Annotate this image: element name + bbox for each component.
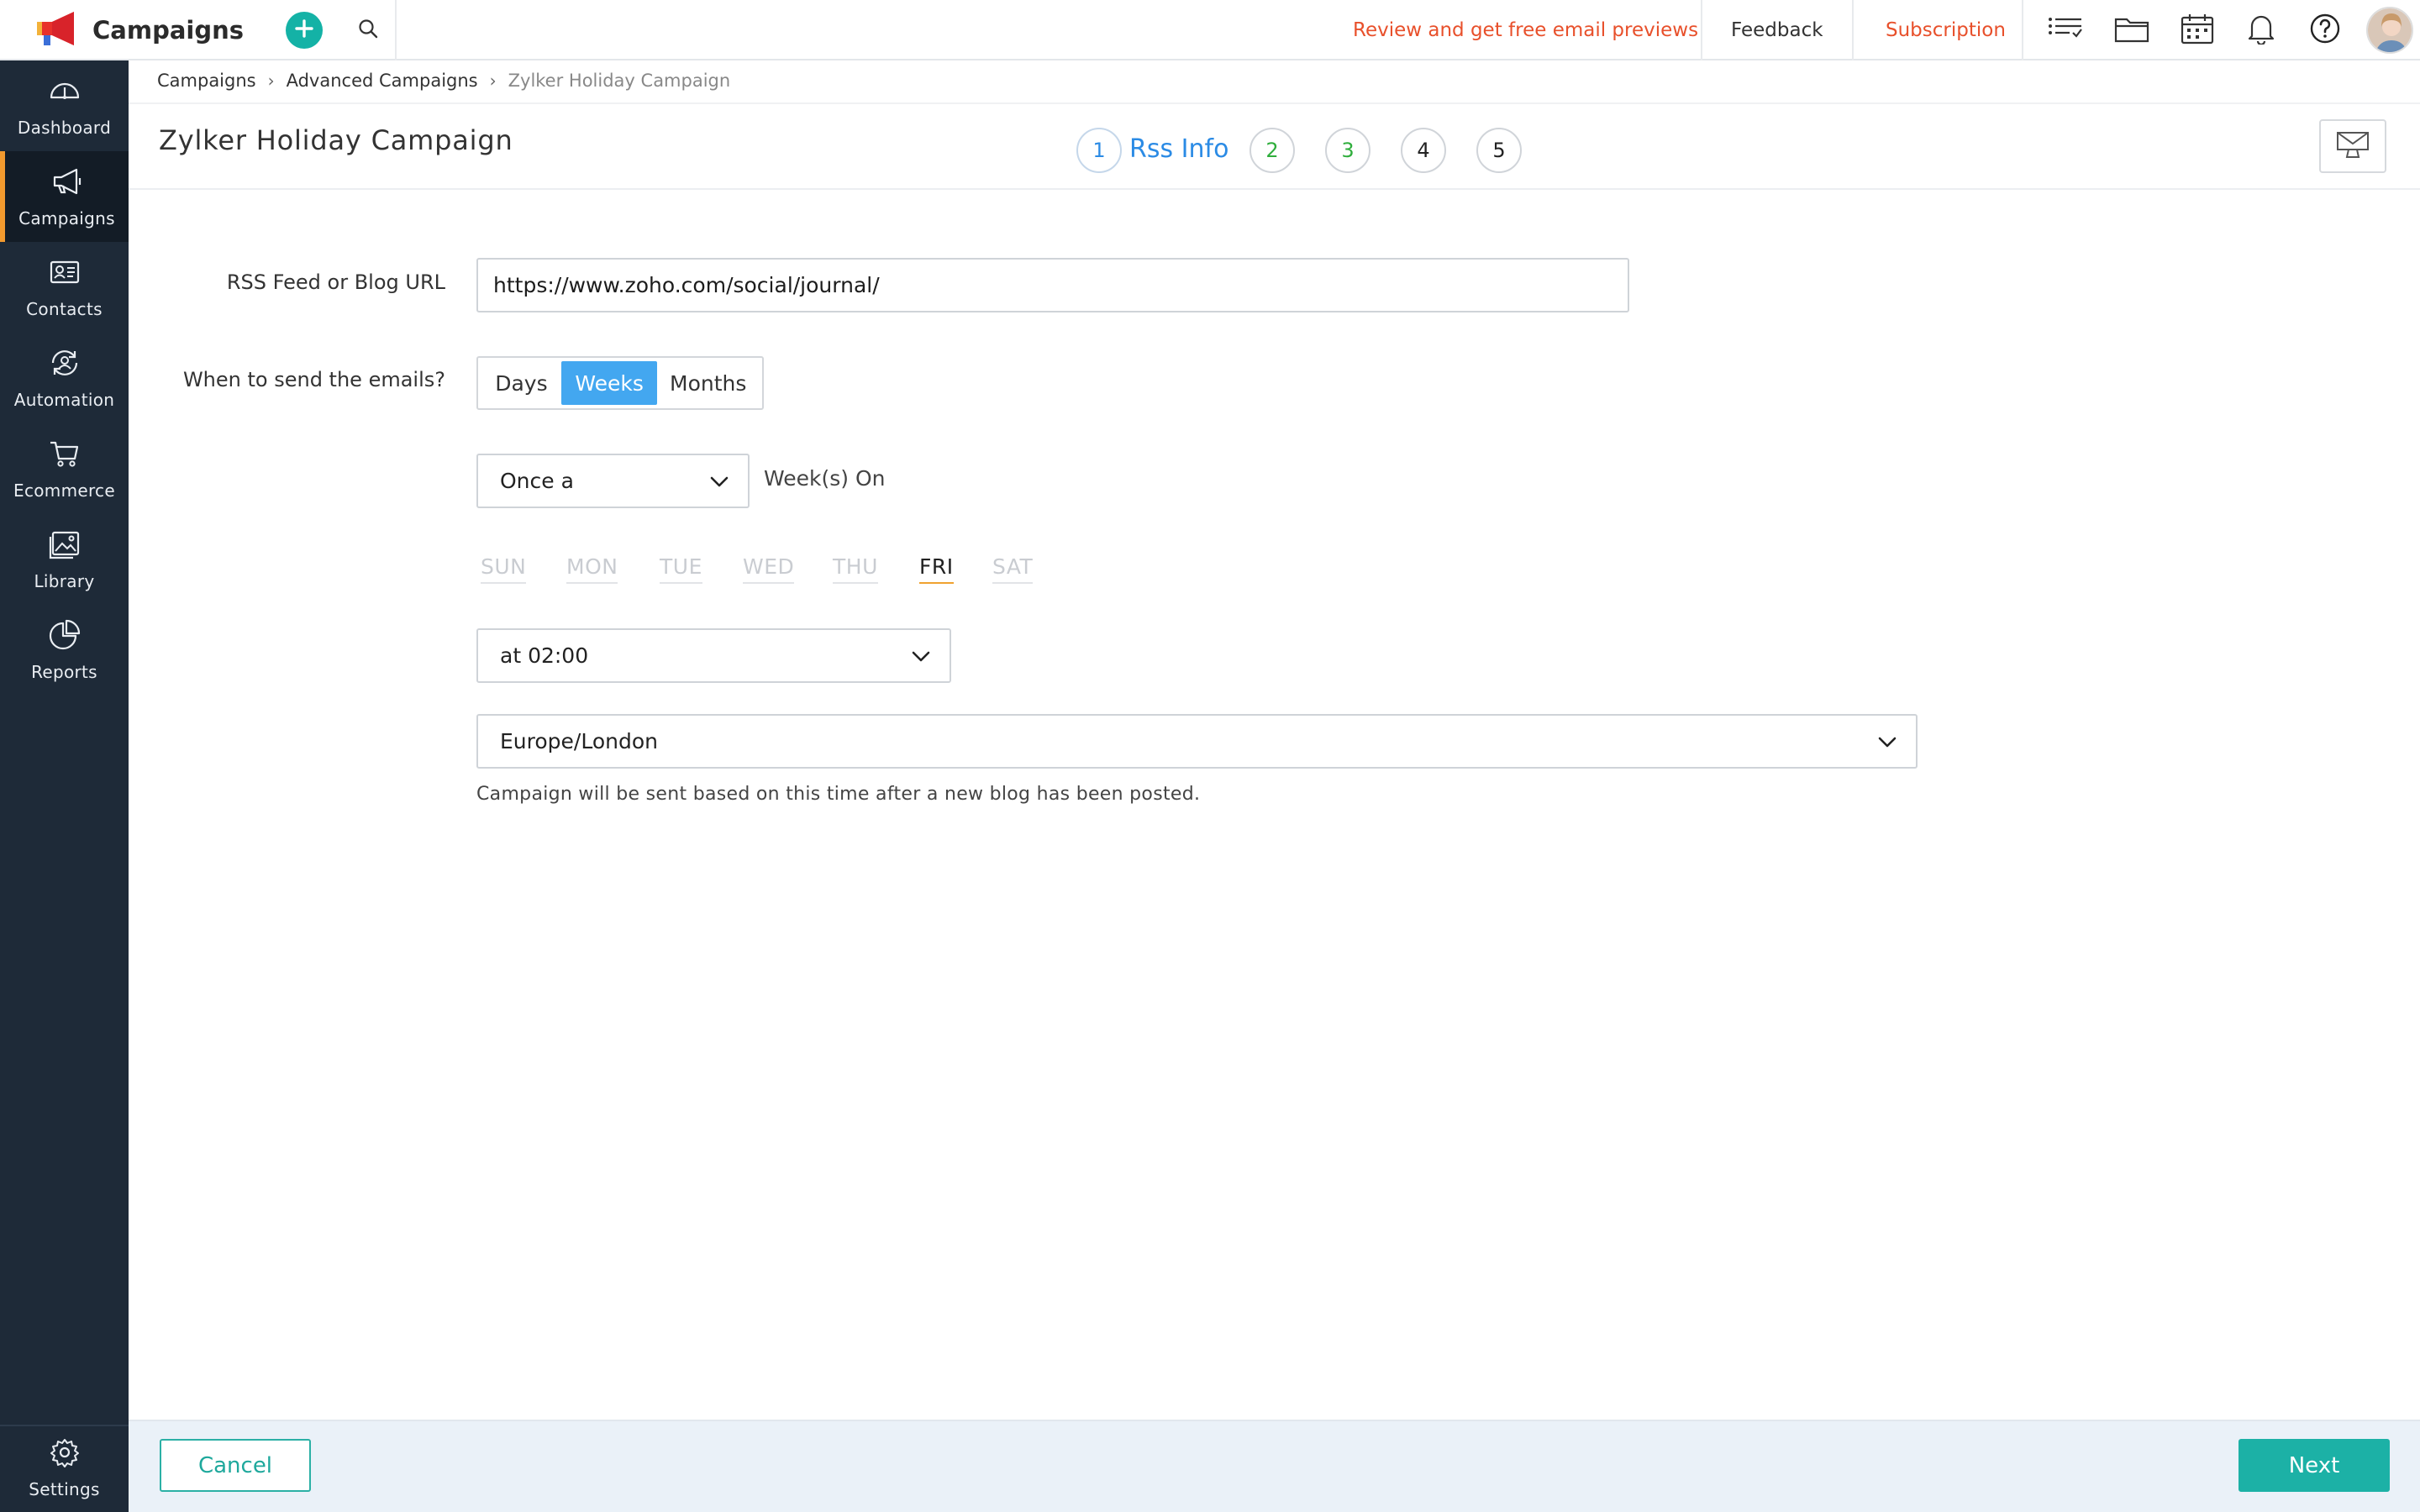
cancel-button[interactable]: Cancel bbox=[160, 1439, 311, 1492]
sidebar-item-label: Dashboard bbox=[17, 118, 112, 138]
gear-icon bbox=[48, 1436, 82, 1473]
sidebar-item-label: Library bbox=[34, 571, 95, 591]
app-name: Campaigns bbox=[92, 16, 245, 45]
sidebar-item-automation[interactable]: Automation bbox=[0, 333, 129, 423]
calendar-icon bbox=[2181, 13, 2214, 48]
day-sat[interactable]: SAT bbox=[992, 554, 1034, 584]
help-button[interactable] bbox=[2306, 12, 2344, 49]
help-icon bbox=[2309, 13, 2341, 48]
folder-button[interactable] bbox=[2112, 12, 2151, 49]
search-icon bbox=[357, 18, 379, 43]
chevron-right-icon: › bbox=[267, 71, 275, 91]
day-fri[interactable]: FRI bbox=[919, 554, 954, 584]
interval-suffix: Week(s) On bbox=[764, 466, 886, 491]
day-wed[interactable]: WED bbox=[743, 554, 795, 584]
frequency-weeks-button[interactable]: Weeks bbox=[560, 361, 658, 405]
breadcrumb-current: Zylker Holiday Campaign bbox=[508, 71, 731, 91]
sidebar-item-ecommerce[interactable]: Ecommerce bbox=[0, 423, 129, 514]
sidebar-item-label: Settings bbox=[29, 1479, 100, 1499]
breadcrumb-advanced-campaigns[interactable]: Advanced Campaigns bbox=[287, 71, 478, 91]
cart-icon bbox=[48, 437, 82, 474]
step-5[interactable]: 5 bbox=[1476, 128, 1522, 173]
sidebar-item-dashboard[interactable]: Dashboard bbox=[0, 60, 129, 151]
day-mon[interactable]: MON bbox=[566, 554, 618, 584]
when-label: When to send the emails? bbox=[182, 368, 445, 391]
next-button[interactable]: Next bbox=[2238, 1439, 2390, 1492]
folder-icon bbox=[2114, 14, 2149, 46]
breadcrumb-campaigns[interactable]: Campaigns bbox=[157, 71, 256, 91]
sidebar-item-label: Campaigns bbox=[18, 208, 115, 228]
schedule-hint: Campaign will be sent based on this time… bbox=[476, 784, 1201, 805]
frequency-toggle: Days Weeks Months bbox=[476, 356, 764, 410]
feedback-link[interactable]: Feedback bbox=[1731, 0, 1823, 60]
timezone-select[interactable]: Europe/London bbox=[476, 714, 1918, 769]
page-title: Zylker Holiday Campaign bbox=[159, 124, 513, 156]
frequency-months-button[interactable]: Months bbox=[657, 361, 759, 405]
plus-icon bbox=[294, 18, 314, 42]
divider bbox=[395, 0, 397, 60]
review-previews-link[interactable]: Review and get free email previews bbox=[1353, 0, 1698, 60]
top-bar: Campaigns Review and get free email prev… bbox=[0, 0, 2420, 60]
step-3[interactable]: 3 bbox=[1325, 128, 1370, 173]
divider bbox=[129, 102, 2420, 104]
list-filter-button[interactable] bbox=[2047, 12, 2086, 49]
sidebar-item-campaigns[interactable]: Campaigns bbox=[0, 151, 129, 242]
calendar-button[interactable] bbox=[2178, 12, 2217, 49]
user-avatar[interactable] bbox=[2366, 7, 2413, 54]
divider bbox=[0, 1425, 129, 1426]
subscription-link[interactable]: Subscription bbox=[1886, 0, 2006, 60]
megaphone-logo-icon bbox=[34, 10, 77, 50]
brand[interactable]: Campaigns bbox=[34, 8, 244, 52]
chevron-down-icon bbox=[1877, 732, 1897, 752]
time-select[interactable]: at 02:00 bbox=[476, 628, 951, 683]
time-value: at 02:00 bbox=[500, 643, 589, 668]
frequency-days-button[interactable]: Days bbox=[481, 361, 561, 405]
divider bbox=[1701, 0, 1702, 60]
sidebar: Dashboard Campaigns Contacts Automation … bbox=[0, 60, 129, 1512]
footer-bar bbox=[129, 1420, 2420, 1512]
sidebar-item-label: Contacts bbox=[26, 299, 103, 319]
notifications-button[interactable] bbox=[2242, 12, 2281, 49]
day-thu[interactable]: THU bbox=[833, 554, 878, 584]
add-button[interactable] bbox=[286, 12, 323, 49]
email-preview-button[interactable] bbox=[2319, 119, 2386, 173]
gauge-icon bbox=[48, 74, 82, 111]
divider bbox=[2022, 0, 2023, 60]
sidebar-item-label: Reports bbox=[31, 662, 97, 682]
divider bbox=[1852, 0, 1854, 60]
step-4[interactable]: 4 bbox=[1401, 128, 1446, 173]
breadcrumb: Campaigns › Advanced Campaigns › Zylker … bbox=[157, 67, 730, 94]
step-2[interactable]: 2 bbox=[1249, 128, 1295, 173]
rss-url-input[interactable] bbox=[476, 258, 1629, 312]
step-1[interactable]: 1 bbox=[1076, 128, 1122, 173]
automation-icon bbox=[48, 346, 82, 383]
list-icon bbox=[2048, 15, 2085, 45]
contact-card-icon bbox=[48, 255, 82, 292]
step-1-label: Rss Info bbox=[1129, 134, 1229, 164]
sidebar-item-label: Automation bbox=[13, 390, 115, 410]
bell-icon bbox=[2247, 13, 2275, 48]
divider bbox=[129, 188, 2420, 190]
pie-chart-icon bbox=[48, 618, 82, 655]
sidebar-item-settings[interactable]: Settings bbox=[0, 1430, 129, 1505]
mail-preview-icon bbox=[2334, 128, 2371, 165]
url-label: RSS Feed or Blog URL bbox=[226, 270, 445, 294]
image-icon bbox=[48, 528, 82, 564]
sidebar-item-reports[interactable]: Reports bbox=[0, 605, 129, 696]
search-button[interactable] bbox=[351, 13, 385, 47]
chevron-down-icon bbox=[911, 646, 931, 666]
day-sun[interactable]: SUN bbox=[481, 554, 527, 584]
timezone-value: Europe/London bbox=[500, 729, 658, 753]
chevron-down-icon bbox=[709, 471, 729, 491]
interval-value: Once a bbox=[500, 469, 574, 493]
chevron-right-icon: › bbox=[489, 71, 497, 91]
interval-select[interactable]: Once a bbox=[476, 454, 750, 508]
megaphone-icon bbox=[50, 165, 84, 202]
day-tue[interactable]: TUE bbox=[660, 554, 702, 584]
sidebar-item-label: Ecommerce bbox=[13, 480, 115, 501]
sidebar-item-contacts[interactable]: Contacts bbox=[0, 242, 129, 333]
sidebar-item-library[interactable]: Library bbox=[0, 514, 129, 605]
